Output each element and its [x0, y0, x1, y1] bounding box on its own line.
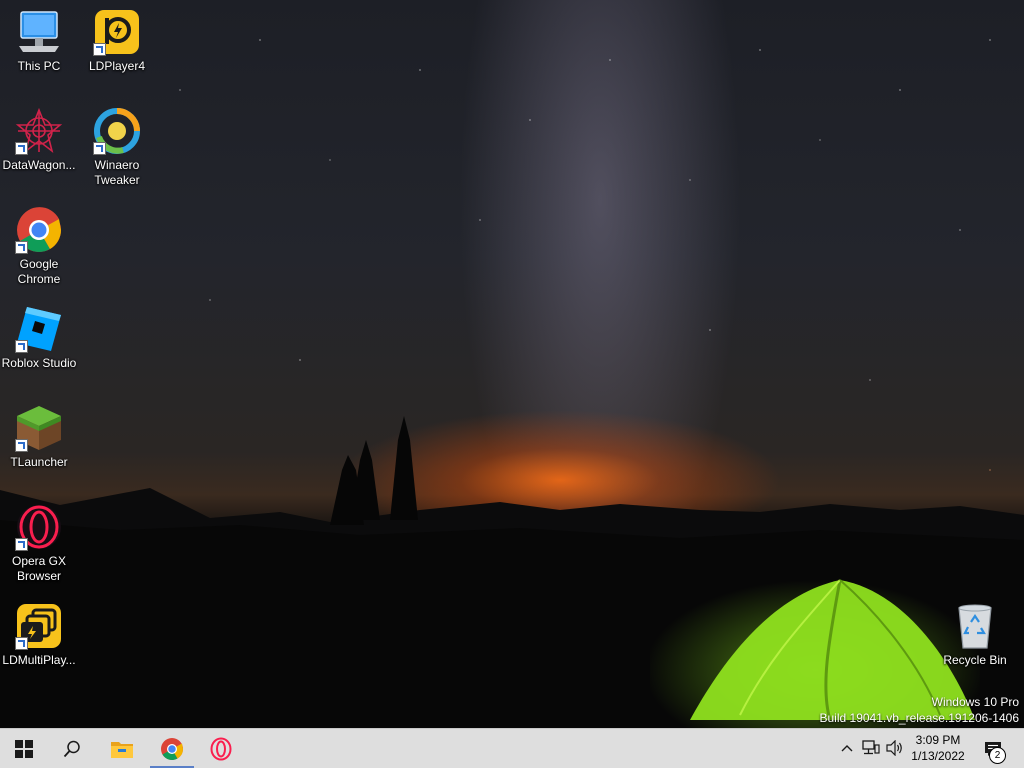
- desktop-icon-google-chrome[interactable]: Google Chrome: [0, 206, 78, 287]
- shortcut-arrow-icon: [15, 142, 28, 155]
- start-button[interactable]: [0, 729, 48, 768]
- desktop-icon-ldmultiplayer[interactable]: LDMultiPlay...: [0, 602, 78, 668]
- search-icon: [63, 740, 80, 757]
- shortcut-arrow-icon: [15, 241, 28, 254]
- icon-label: LDMultiPlay...: [2, 653, 76, 667]
- icon-label: Recycle Bin: [943, 653, 1007, 667]
- desktop-icon-tlauncher[interactable]: TLauncher: [0, 404, 78, 470]
- tray-network[interactable]: [860, 737, 882, 759]
- desktop-icon-opera-gx-browser[interactable]: Opera GX Browser: [0, 503, 78, 584]
- network-icon: [862, 740, 880, 755]
- shortcut-arrow-icon: [93, 142, 106, 155]
- taskbar-file-explorer[interactable]: [98, 729, 146, 768]
- icon-label: Opera GX Browser: [11, 554, 67, 583]
- chrome-icon: [161, 737, 183, 760]
- taskbar: 3:09 PM 1/13/2022 2: [0, 728, 1024, 768]
- windows-build-text: Build 19041.vb_release.191206-1406: [819, 711, 1020, 725]
- taskbar-opera-gx[interactable]: [197, 729, 245, 768]
- desktop-icon-winaero-tweaker[interactable]: Winaero Tweaker: [78, 107, 156, 188]
- icon-label: Roblox Studio: [1, 356, 77, 370]
- shortcut-arrow-icon: [93, 43, 106, 56]
- icon-label: LDPlayer4: [88, 59, 146, 73]
- desktop-background[interactable]: This PC LDPlayer4 DataWagon... Winaero T…: [0, 0, 1024, 728]
- icon-label: Winaero Tweaker: [94, 158, 140, 187]
- desktop-icon-ldplayer4[interactable]: LDPlayer4: [78, 8, 156, 74]
- clock-time: 3:09 PM: [915, 733, 961, 747]
- file-explorer-icon: [111, 741, 133, 758]
- notification-count-badge: 2: [989, 747, 1006, 764]
- opera-gx-icon: [210, 737, 232, 760]
- shortcut-arrow-icon: [15, 340, 28, 353]
- desktop-icon-roblox-studio[interactable]: Roblox Studio: [0, 305, 78, 371]
- search-button[interactable]: [48, 729, 96, 768]
- clock-date: 1/13/2022: [911, 749, 965, 763]
- shortcut-arrow-icon: [15, 439, 28, 452]
- windows-edition-text: Windows 10 Pro: [931, 695, 1019, 709]
- icon-label: DataWagon...: [2, 158, 76, 172]
- recycle-bin-icon: [958, 604, 992, 649]
- taskbar-chrome[interactable]: [148, 729, 196, 768]
- windows-watermark: Windows 10 Pro Build 19041.vb_release.19…: [820, 694, 1020, 726]
- chevron-up-icon: [841, 745, 853, 752]
- this-pc-icon: [19, 11, 59, 52]
- desktop-icon-datawagon[interactable]: DataWagon...: [0, 107, 78, 173]
- shortcut-arrow-icon: [15, 637, 28, 650]
- icon-label: TLauncher: [10, 455, 68, 469]
- desktop-icon-this-pc[interactable]: This PC: [0, 8, 78, 74]
- tray-show-hidden-icons[interactable]: [836, 737, 858, 759]
- icon-label: Google Chrome: [17, 257, 61, 286]
- desktop-icon-recycle-bin[interactable]: Recycle Bin: [936, 602, 1014, 668]
- icon-label: This PC: [17, 59, 61, 73]
- start-icon: [15, 739, 33, 758]
- shortcut-arrow-icon: [15, 538, 28, 551]
- taskbar-clock[interactable]: 3:09 PM 1/13/2022: [900, 732, 976, 764]
